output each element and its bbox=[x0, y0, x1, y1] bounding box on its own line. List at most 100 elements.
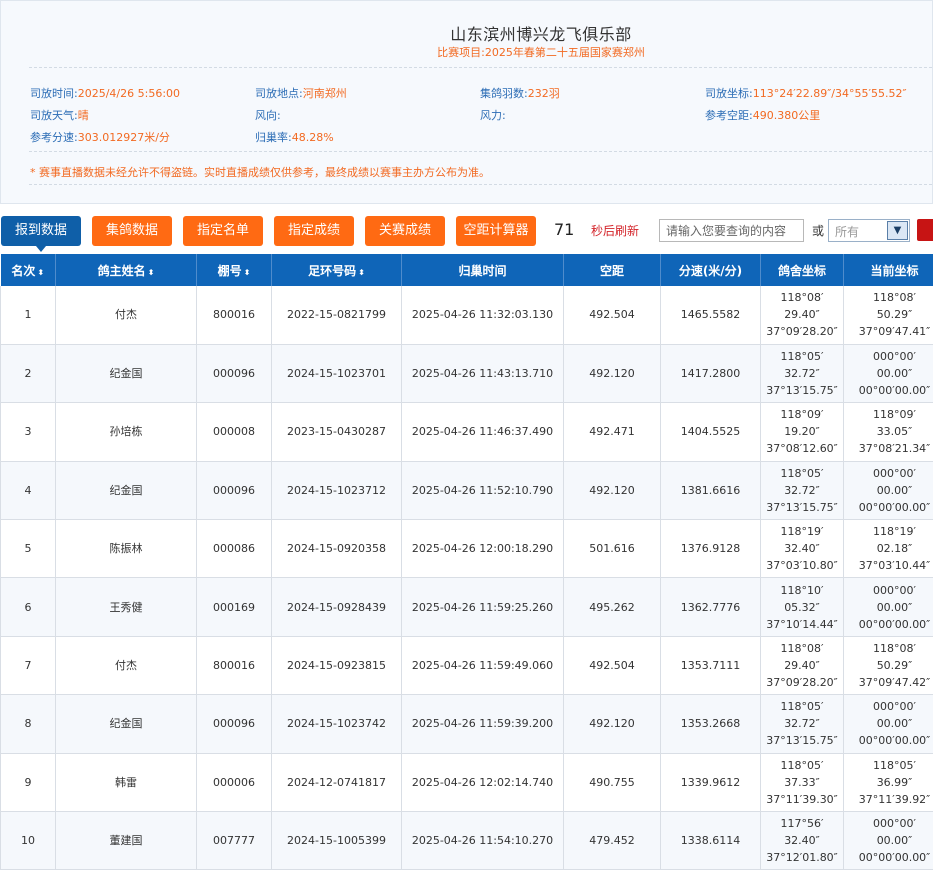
tab-designated-list[interactable]: 指定名单 bbox=[183, 216, 263, 246]
coord-line: 37°09′47.42″ bbox=[858, 676, 931, 690]
tab-closing-results[interactable]: 关赛成绩 bbox=[365, 216, 445, 246]
coord-line: 29.40″ bbox=[784, 659, 820, 673]
cell-rank: 3 bbox=[0, 402, 56, 462]
cell-distance: 492.504 bbox=[563, 286, 661, 345]
cell-distance: 492.471 bbox=[563, 402, 661, 462]
search-button[interactable] bbox=[917, 219, 933, 241]
cell-owner: 付杰 bbox=[55, 286, 197, 345]
distance-calculator-button[interactable]: 空距计算器 bbox=[456, 216, 536, 246]
col-return-time: 归巢时间 bbox=[401, 254, 564, 286]
cell-rank: 8 bbox=[0, 694, 56, 754]
coord-line: 29.40″ bbox=[784, 308, 820, 322]
cell-return-time: 2025-04-26 11:59:25.260 bbox=[401, 577, 564, 637]
reference-distance: 参考空距:490.380公里 bbox=[705, 109, 821, 122]
table-row: 5 陈振林 000086 2024-15-0920358 2025-04-26 12:0… bbox=[0, 519, 933, 579]
tab-designated-results[interactable]: 指定成绩 bbox=[274, 216, 354, 246]
cell-shed: 000096 bbox=[196, 344, 272, 404]
table-body: 1 付杰 800016 2022-15-0821799 2025-04-26 11:32… bbox=[0, 286, 933, 871]
col-ring[interactable]: 足环号码 ⬍ bbox=[271, 254, 402, 286]
coord-line: 32.72″ bbox=[784, 483, 820, 497]
coord-line: 000°00′ bbox=[873, 817, 916, 831]
table-row: 1 付杰 800016 2022-15-0821799 2025-04-26 11:32… bbox=[0, 286, 933, 345]
coord-line: 37°09′28.20″ bbox=[766, 325, 838, 339]
coord-line: 118°19′ bbox=[873, 525, 916, 539]
coord-line: 37°03′10.44″ bbox=[858, 559, 931, 573]
cell-ring: 2024-15-0928439 bbox=[271, 577, 402, 637]
cell-speed: 1376.9128 bbox=[660, 519, 761, 579]
tab-report-data[interactable]: 报到数据 bbox=[1, 216, 81, 252]
search-input[interactable] bbox=[659, 219, 804, 242]
table-row: 7 付杰 800016 2024-15-0923815 2025-04-26 11:59… bbox=[0, 636, 933, 696]
cell-return-time: 2025-04-26 11:32:03.130 bbox=[401, 286, 564, 345]
sort-icon: ⬍ bbox=[37, 267, 45, 277]
table-row: 8 纪金国 000096 2024-15-1023742 2025-04-26 11:5… bbox=[0, 694, 933, 754]
cell-rank: 10 bbox=[0, 811, 56, 871]
cell-speed: 1417.2800 bbox=[660, 344, 761, 404]
cell-current-coord: 118°08′ 50.29″ 37°09′47.41″ bbox=[843, 286, 933, 345]
coord-line: 37°09′28.20″ bbox=[766, 676, 838, 690]
coord-line: 00°00′00.00″ bbox=[858, 851, 931, 865]
coord-line: 19.20″ bbox=[784, 425, 820, 439]
coord-line: 118°05′ bbox=[873, 758, 916, 772]
cell-speed: 1404.5525 bbox=[660, 402, 761, 462]
coord-line: 00°00′00.00″ bbox=[858, 734, 931, 748]
wind-force: 风力: bbox=[480, 109, 506, 122]
coord-line: 37°09′47.41″ bbox=[858, 325, 931, 339]
cell-return-time: 2025-04-26 11:46:37.490 bbox=[401, 402, 564, 462]
cell-loft-coord: 118°05′ 32.72″ 37°13′15.75″ bbox=[760, 461, 844, 521]
col-loft-coord: 鸽舍坐标 bbox=[760, 254, 844, 286]
sort-icon: ⬍ bbox=[358, 267, 365, 277]
cell-distance: 495.262 bbox=[563, 577, 661, 637]
table-header: 名次 ⬍ 鸽主姓名 ⬍ 棚号 ⬍ 足环号码 ⬍ 归巢时间 空距 分速(米/分) 鸽舍坐标… bbox=[0, 254, 933, 286]
cell-current-coord: 000°00′ 00.00″ 00°00′00.00″ bbox=[843, 344, 933, 404]
table-row: 4 纪金国 000096 2024-15-1023712 2025-04-26 11:5… bbox=[0, 461, 933, 521]
coord-line: 000°00′ bbox=[873, 583, 916, 597]
cell-rank: 2 bbox=[0, 344, 56, 404]
cell-return-time: 2025-04-26 12:02:14.740 bbox=[401, 753, 564, 813]
cell-return-time: 2025-04-26 11:59:39.200 bbox=[401, 694, 564, 754]
table-row: 9 韩雷 000006 2024-12-0741817 2025-04-26 12:02… bbox=[0, 753, 933, 813]
cell-shed: 000006 bbox=[196, 753, 272, 813]
cell-current-coord: 118°08′ 50.29″ 37°09′47.42″ bbox=[843, 636, 933, 696]
filter-select[interactable]: 所有 ▼ bbox=[828, 219, 910, 242]
cell-loft-coord: 118°10′ 05.32″ 37°10′14.44″ bbox=[760, 577, 844, 637]
cell-rank: 9 bbox=[0, 753, 56, 813]
coord-line: 32.40″ bbox=[784, 834, 820, 848]
disclaimer-notice: * 赛事直播数据未经允许不得盗链。实时直播成绩仅供参考，最终成绩以赛事主办方公布… bbox=[30, 166, 490, 179]
coord-line: 000°00′ bbox=[873, 350, 916, 364]
coord-line: 37°08′12.60″ bbox=[766, 442, 838, 456]
coord-line: 37.33″ bbox=[784, 775, 820, 789]
coord-line: 118°09′ bbox=[873, 408, 916, 422]
col-rank[interactable]: 名次 ⬍ bbox=[0, 254, 56, 286]
toolbar: 报到数据 集鸽数据 指定名单 指定成绩 关赛成绩 空距计算器 71 秒后刷新 或… bbox=[0, 216, 933, 252]
refresh-label: 秒后刷新 bbox=[591, 224, 640, 238]
cell-current-coord: 118°09′ 33.05″ 37°08′21.34″ bbox=[843, 402, 933, 462]
cell-return-time: 2025-04-26 12:00:18.290 bbox=[401, 519, 564, 579]
coord-line: 37°10′14.44″ bbox=[766, 617, 838, 631]
cell-speed: 1362.7776 bbox=[660, 577, 761, 637]
refresh-countdown: 71 bbox=[554, 220, 575, 239]
coord-line: 117°56′ bbox=[780, 817, 824, 831]
cell-shed: 000169 bbox=[196, 577, 272, 637]
cell-distance: 479.452 bbox=[563, 811, 661, 871]
tab-collection-data[interactable]: 集鸽数据 bbox=[92, 216, 172, 246]
coord-line: 00.00″ bbox=[876, 483, 913, 497]
table-row: 6 王秀健 000169 2024-15-0928439 2025-04-26 11:5… bbox=[0, 577, 933, 637]
divider bbox=[29, 184, 932, 185]
cell-rank: 6 bbox=[0, 577, 56, 637]
cell-rank: 1 bbox=[0, 286, 56, 345]
coord-line: 000°00′ bbox=[873, 700, 916, 714]
sort-icon: ⬍ bbox=[147, 267, 155, 277]
chevron-down-icon[interactable]: ▼ bbox=[887, 221, 908, 240]
cell-current-coord: 000°00′ 00.00″ 00°00′00.00″ bbox=[843, 461, 933, 521]
coord-line: 32.72″ bbox=[784, 717, 820, 731]
coord-line: 36.99″ bbox=[876, 775, 913, 789]
cell-speed: 1338.6114 bbox=[660, 811, 761, 871]
divider bbox=[29, 151, 932, 152]
cell-loft-coord: 118°05′ 32.72″ 37°13′15.75″ bbox=[760, 344, 844, 404]
col-shed[interactable]: 棚号 ⬍ bbox=[196, 254, 272, 286]
cell-owner: 纪金国 bbox=[55, 461, 197, 521]
coord-line: 118°08′ bbox=[873, 642, 916, 656]
col-owner[interactable]: 鸽主姓名 ⬍ bbox=[55, 254, 197, 286]
coord-line: 000°00′ bbox=[873, 466, 916, 480]
